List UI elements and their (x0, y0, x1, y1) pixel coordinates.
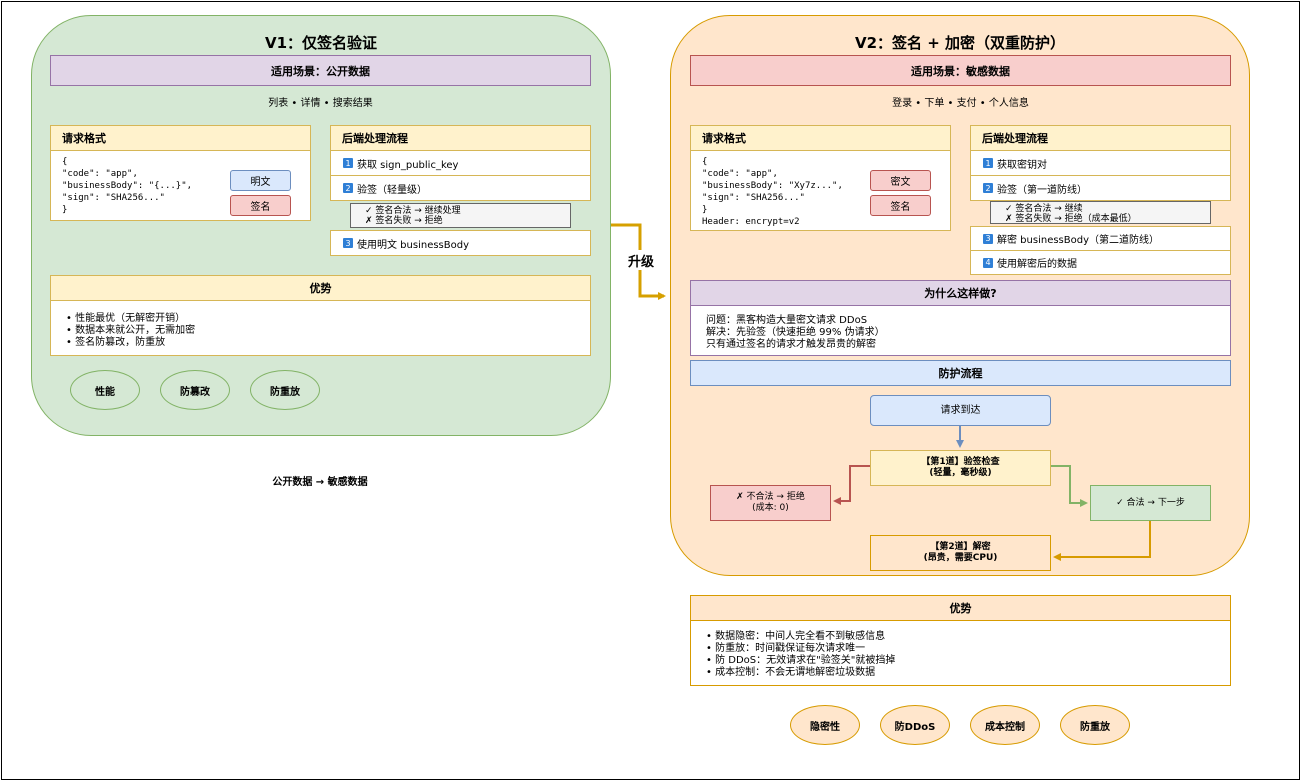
arrow-pass-to-decrypt (1053, 521, 1151, 561)
arrow-check-to-pass (1051, 465, 1088, 507)
upgrade-label: 升级 (624, 250, 658, 270)
arrow-check-to-reject (833, 465, 870, 505)
connector-layer (611, 223, 1151, 561)
